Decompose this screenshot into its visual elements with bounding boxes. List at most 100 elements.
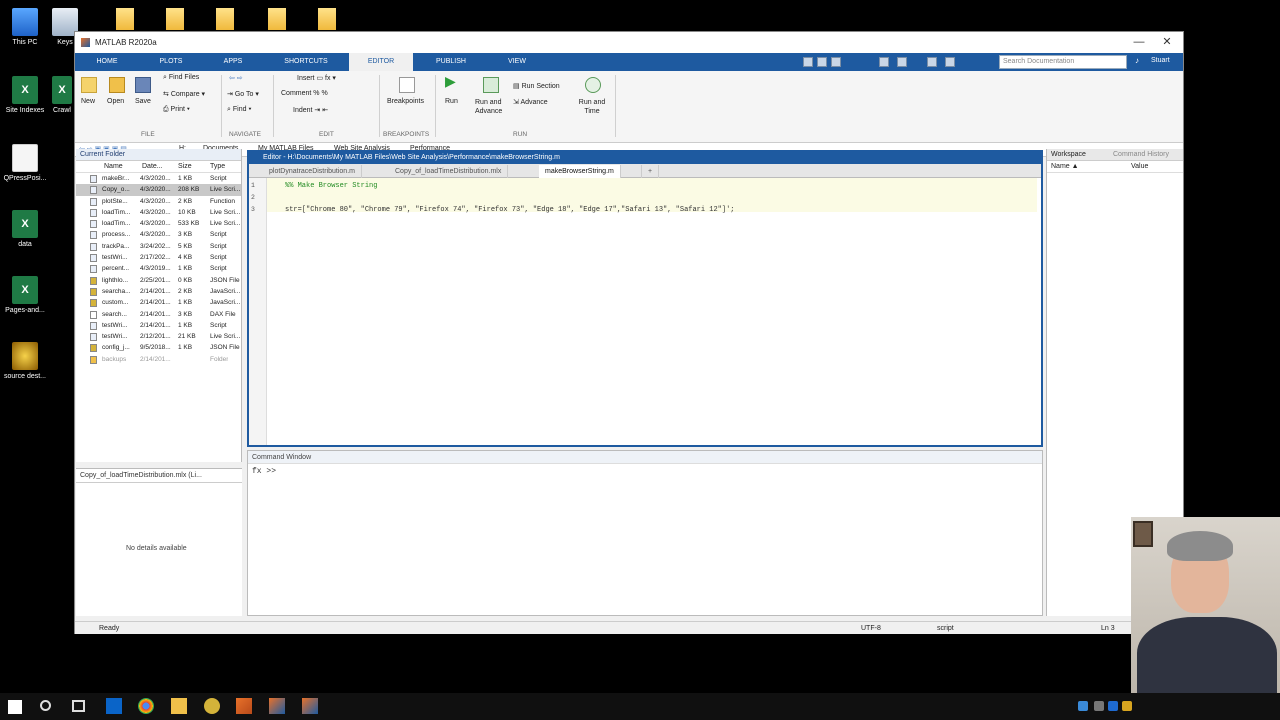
file-row[interactable]: testWri... 2/14/201... 1 KB Script xyxy=(76,320,241,331)
new-file-icon[interactable] xyxy=(81,77,97,93)
chrome-icon[interactable] xyxy=(138,698,154,714)
bell-icon[interactable]: ♪ xyxy=(1135,56,1139,65)
tab-command-history[interactable]: Command History xyxy=(1113,149,1169,161)
user-menu[interactable]: Stuart xyxy=(1151,57,1170,64)
run-icon[interactable]: ▶ xyxy=(445,73,456,90)
column-name[interactable]: Name xyxy=(104,161,123,173)
desktop-icon-crawl[interactable]: X Crawl xyxy=(50,76,74,115)
close-button[interactable]: ✕ xyxy=(1155,34,1179,51)
indent-button[interactable]: Indent ⇥ ⇤ xyxy=(293,106,328,114)
matlab-taskbar-icon[interactable] xyxy=(302,698,318,714)
new-button[interactable]: New xyxy=(81,98,95,105)
file-row[interactable]: lighthlo... 2/25/201... 0 KB JSON File xyxy=(76,275,241,286)
file-row[interactable]: search... 2/14/201... 3 KB DAX File xyxy=(76,309,241,320)
advance-button[interactable]: ⇲ Advance xyxy=(513,98,548,106)
outlook-icon[interactable] xyxy=(106,698,122,714)
tab-view[interactable]: VIEW xyxy=(487,53,547,71)
desktop-icon-this-pc[interactable]: This PC xyxy=(0,8,50,47)
run-and-advance-button[interactable]: Run and Advance xyxy=(475,98,509,116)
file-row[interactable]: testWri... 2/12/201... 21 KB Live Scri... xyxy=(76,331,241,342)
open-button[interactable]: Open xyxy=(107,98,124,105)
desktop-folder-icon[interactable] xyxy=(268,8,286,30)
run-button[interactable]: Run xyxy=(445,98,458,105)
search-icon[interactable] xyxy=(40,700,51,711)
tray-icon[interactable] xyxy=(1122,701,1132,711)
copy-icon[interactable] xyxy=(879,57,889,67)
tab-plots[interactable]: PLOTS xyxy=(147,53,195,71)
tab-home[interactable]: HOME xyxy=(83,53,131,71)
compare-button[interactable]: ⇆ Compare ▾ xyxy=(163,90,205,98)
desktop-icon-source-dest[interactable]: source dest... xyxy=(0,342,50,381)
file-row[interactable]: backups 2/14/201... Folder xyxy=(76,354,241,365)
file-row[interactable]: process... 4/3/2020... 3 KB Script xyxy=(76,229,241,240)
save-disk-icon[interactable] xyxy=(135,77,151,93)
file-row[interactable]: loadTim... 4/3/2020... 10 KB Live Scri... xyxy=(76,207,241,218)
onedrive-icon[interactable] xyxy=(1078,701,1088,711)
undo-icon[interactable] xyxy=(927,57,937,67)
tab-editor[interactable]: EDITOR xyxy=(349,53,413,71)
ultraedit-taskbar-icon[interactable] xyxy=(204,698,220,714)
help-icon[interactable] xyxy=(945,57,955,67)
file-row[interactable]: trackPa... 3/24/202... 5 KB Script xyxy=(76,241,241,252)
find-files-button[interactable]: ⌕ Find Files xyxy=(163,74,199,82)
desktop-folder-icon[interactable] xyxy=(166,8,184,30)
command-prompt[interactable]: fx >> xyxy=(252,467,276,476)
desktop-icon-pages[interactable]: X Pages-and... xyxy=(0,276,50,315)
file-row[interactable]: loadTim... 4/3/2020... 533 KB Live Scri... xyxy=(76,218,241,229)
file-row[interactable]: Copy_o... 4/3/2020... 208 KB Live Scri... xyxy=(76,184,241,196)
run-and-time-icon[interactable] xyxy=(585,77,601,93)
column-size[interactable]: Size xyxy=(178,161,192,173)
column-value[interactable]: Value xyxy=(1131,161,1148,173)
column-date[interactable]: Date... xyxy=(142,161,163,173)
run-and-advance-icon[interactable] xyxy=(483,77,499,93)
cut-icon[interactable] xyxy=(831,57,841,67)
column-name[interactable]: Name ▲ xyxy=(1051,161,1079,173)
details-header[interactable]: Copy_of_loadTimeDistribution.mlx (Li... xyxy=(76,469,242,483)
desktop-folder-icon[interactable] xyxy=(216,8,234,30)
matlab-taskbar-icon[interactable] xyxy=(236,698,252,714)
file-row[interactable]: percent... 4/3/2019... 1 KB Script xyxy=(76,263,241,274)
file-row[interactable]: searcha... 2/14/201... 2 KB JavaScri... xyxy=(76,286,241,297)
open-folder-icon[interactable] xyxy=(109,77,125,93)
search-documentation-input[interactable]: Search Documentation xyxy=(999,55,1127,69)
windows-start-icon[interactable] xyxy=(8,700,22,714)
file-row[interactable]: custom... 2/14/201... 1 KB JavaScri... xyxy=(76,297,241,308)
print-button[interactable]: ⎙ Print ▾ xyxy=(163,106,190,114)
tab-publish[interactable]: PUBLISH xyxy=(421,53,481,71)
breakpoints-button[interactable]: Breakpoints xyxy=(387,98,424,105)
tray-icon[interactable] xyxy=(1094,701,1104,711)
desktop-icon-data[interactable]: X data xyxy=(0,210,50,249)
go-to-button[interactable]: ⇥ Go To ▾ xyxy=(227,90,259,98)
task-view-icon[interactable] xyxy=(72,700,85,712)
file-explorer-icon[interactable] xyxy=(171,698,187,714)
tray-icon[interactable] xyxy=(1108,701,1118,711)
desktop-folder-icon[interactable] xyxy=(318,8,336,30)
editor-tab[interactable]: Copy_of_loadTimeDistribution.mlx xyxy=(389,165,509,178)
editor-tab[interactable]: plotDynatraceDistribution.m xyxy=(263,165,362,178)
code-line[interactable]: %% Make Browser String xyxy=(285,182,377,190)
breakpoints-icon[interactable] xyxy=(399,77,415,93)
column-type[interactable]: Type xyxy=(210,161,225,173)
code-line[interactable]: str=["Chrome 80", "Chrome 79", "Firefox … xyxy=(285,206,734,214)
add-tab-button[interactable]: + xyxy=(641,165,660,178)
run-section-button[interactable]: ▤ Run Section xyxy=(513,82,560,90)
desktop-folder-icon[interactable] xyxy=(116,8,134,30)
run-and-time-button[interactable]: Run and Time xyxy=(575,98,609,116)
comment-button[interactable]: Comment % % xyxy=(281,90,328,97)
quick-access-icon[interactable] xyxy=(803,57,813,67)
save-button[interactable]: Save xyxy=(135,98,151,105)
back-forward-icon[interactable]: ⇦ ⇨ xyxy=(229,74,243,82)
file-row[interactable]: makeBr... 4/3/2020... 1 KB Script xyxy=(76,173,241,184)
file-row[interactable]: plotSte... 4/3/2020... 2 KB Function xyxy=(76,196,241,207)
editor-tab-active[interactable]: makeBrowserString.m xyxy=(539,165,621,178)
paste-icon[interactable] xyxy=(897,57,907,67)
find-button[interactable]: ⌕ Find ▾ xyxy=(227,106,251,114)
insert-button[interactable]: Insert ▭ fx ▾ xyxy=(297,74,336,82)
matlab-taskbar-icon[interactable] xyxy=(269,698,285,714)
desktop-icon-site-indexes[interactable]: X Site Indexes xyxy=(0,76,50,115)
desktop-icon-qpress[interactable]: QPressPosi... xyxy=(0,144,50,183)
command-window[interactable]: Command Window fx >> xyxy=(247,450,1043,616)
tab-apps[interactable]: APPS xyxy=(211,53,255,71)
save-icon[interactable] xyxy=(817,57,827,67)
file-row[interactable]: config_j... 9/5/2018... 1 KB JSON File xyxy=(76,342,241,353)
